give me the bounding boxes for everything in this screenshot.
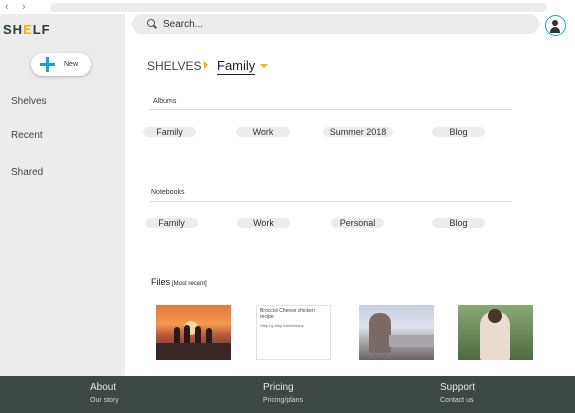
album-family[interactable]: Family (143, 127, 196, 137)
files-title: Files (151, 277, 171, 287)
forward-icon[interactable]: › (22, 1, 26, 13)
head-shape (488, 309, 502, 323)
footer-contact-link[interactable]: Contact us (440, 397, 473, 404)
new-button-label: New (64, 61, 79, 68)
note-title: Broccoli Cheese chicken recipe (260, 308, 315, 320)
footer-about[interactable]: About (90, 382, 116, 393)
breadcrumb-root[interactable]: SHELVES (147, 59, 201, 73)
breadcrumb-separator-icon (204, 61, 208, 69)
new-button[interactable]: New (31, 53, 91, 76)
sidebar-item-shelves[interactable]: Shelves (11, 96, 47, 107)
files-sort[interactable]: [Most recent] (172, 281, 207, 287)
sidebar: SHELF New Shelves Recent Shared (0, 14, 125, 376)
sidebar-item-recent[interactable]: Recent (11, 130, 43, 141)
file-thumbnail-note[interactable]: Broccoli Cheese chicken recipe Step by s… (256, 305, 331, 360)
breadcrumb-current[interactable]: Family (217, 58, 256, 75)
avatar[interactable] (545, 15, 566, 36)
search-bar (132, 14, 539, 34)
albums-label: Albums (153, 98, 177, 105)
plus-icon (40, 57, 55, 72)
ground-shape (156, 343, 231, 360)
album-work[interactable]: Work (236, 127, 290, 137)
search-input[interactable] (163, 18, 523, 30)
file-thumbnail-sunset[interactable] (156, 305, 231, 360)
notebook-work[interactable]: Work (237, 218, 290, 228)
notebook-blog[interactable]: Blog (432, 218, 485, 228)
notebook-personal[interactable]: Personal (331, 218, 384, 228)
silhouettes (170, 323, 216, 343)
notebook-family[interactable]: Family (145, 218, 198, 228)
footer-pricing-plans-link[interactable]: Pricing/plans (263, 397, 303, 404)
sidebar-item-shared[interactable]: Shared (11, 167, 43, 178)
table-shape (389, 335, 434, 347)
notebooks-divider (150, 201, 512, 202)
person-shape (369, 313, 391, 353)
address-bar[interactable] (50, 3, 547, 12)
files-heading: Files [Most recent] (151, 277, 207, 287)
logo[interactable]: SHELF (3, 22, 51, 37)
caret-down-icon[interactable] (260, 64, 268, 68)
logo-text-start: SH (3, 22, 24, 37)
album-summer-2018[interactable]: Summer 2018 (323, 127, 393, 137)
notebooks-label: Notebooks (151, 189, 185, 196)
footer-our-story-link[interactable]: Our story (90, 397, 119, 404)
file-thumbnail-portrait[interactable] (458, 305, 533, 360)
user-icon-head (552, 20, 558, 26)
logo-text-end: LF (32, 22, 51, 37)
footer: About Our story Pricing Pricing/plans Su… (0, 376, 575, 413)
file-thumbnail-beach[interactable] (359, 305, 434, 360)
footer-pricing[interactable]: Pricing (263, 382, 294, 393)
user-icon-body (550, 27, 560, 33)
footer-support[interactable]: Support (440, 382, 475, 393)
browser-bar: ‹ › (0, 0, 575, 14)
albums-divider (150, 109, 512, 110)
logo-text-accent: E (23, 22, 33, 37)
note-subtitle: Step by step instructions (260, 323, 304, 328)
back-icon[interactable]: ‹ (5, 1, 9, 13)
album-blog[interactable]: Blog (432, 127, 485, 137)
search-icon (147, 19, 157, 29)
